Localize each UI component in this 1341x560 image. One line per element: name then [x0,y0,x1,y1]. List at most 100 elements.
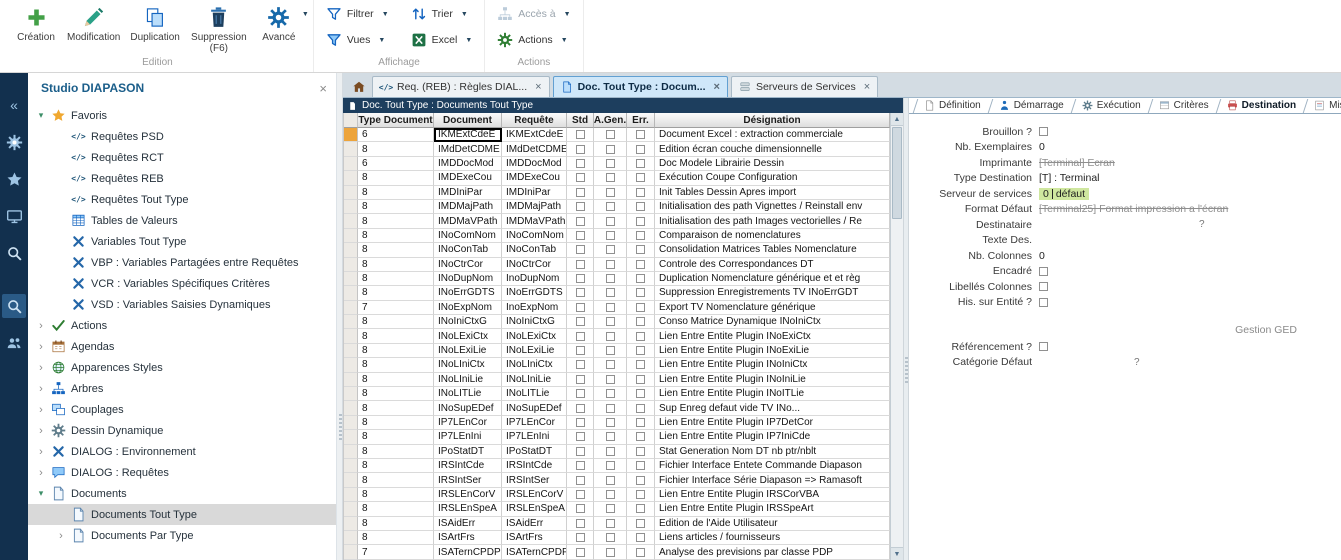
close-tab-icon[interactable]: × [714,81,720,93]
row-selector[interactable] [344,258,358,272]
cell-err[interactable] [627,401,655,415]
scroll-up-icon[interactable]: ▲ [891,113,903,126]
home-tab[interactable] [346,77,372,97]
cell-agen[interactable] [594,186,627,200]
checkbox-unchecked[interactable] [576,274,585,283]
row-selector[interactable] [344,186,358,200]
chevron-down-icon[interactable]: ▼ [302,11,309,18]
cell-agen[interactable] [594,229,627,243]
checkbox-unchecked[interactable] [636,159,645,168]
chevron-down-icon[interactable]: ▼ [561,37,568,44]
users-button[interactable] [2,331,26,355]
checkbox-unchecked[interactable] [576,260,585,269]
cell-agen[interactable] [594,315,627,329]
cell-err[interactable] [627,344,655,358]
checkbox-unchecked[interactable] [606,260,615,269]
tree-item-requ-tes-tout-type[interactable]: </>Requêtes Tout Type [28,189,336,210]
checkbox-unchecked[interactable] [636,130,645,139]
cell-agen[interactable] [594,545,627,559]
checkbox-unchecked[interactable] [576,418,585,427]
lookup-help-icon[interactable]: ? [1199,219,1205,230]
table-row[interactable]: 8IRSLEnSpeAIRSLEnSpeALien Entre Entite P… [344,502,890,516]
checkbox-unchecked[interactable] [576,404,585,413]
cell-err[interactable] [627,358,655,372]
row-selector[interactable] [344,373,358,387]
row-selector[interactable] [344,430,358,444]
checkbox-unchecked[interactable] [636,548,645,557]
cell-err[interactable] [627,229,655,243]
cell-document[interactable]: ISATernCPDP [434,545,502,559]
checkbox-unchecked[interactable] [636,418,645,427]
cell-document[interactable]: IMdDetCDME [434,142,502,156]
tree-item-vsd-variables-saisies-dynamiques[interactable]: VSD : Variables Saisies Dynamiques [28,294,336,315]
field-value[interactable]: 0 [1039,141,1045,153]
checkbox-unchecked[interactable] [576,231,585,240]
row-selector[interactable] [344,473,358,487]
checkbox-unchecked[interactable] [606,217,615,226]
cell-agen[interactable] [594,329,627,343]
table-row[interactable]: 7INoExpNomInoExpNomExport TV Nomenclatur… [344,301,890,315]
row-selector[interactable] [344,171,358,185]
cell-err[interactable] [627,373,655,387]
checkbox-unchecked[interactable] [576,173,585,182]
row-selector[interactable] [344,329,358,343]
cell-std[interactable] [567,315,594,329]
checkbox-unchecked[interactable] [636,202,645,211]
checkbox-unchecked[interactable] [576,202,585,211]
tree-item-agendas[interactable]: ›Agendas [28,336,336,357]
tree-item-apparences-styles[interactable]: ›Apparences Styles [28,357,336,378]
row-selector[interactable] [344,531,358,545]
checkbox-unchecked[interactable] [636,317,645,326]
table-row[interactable]: 8ISArtFrsISArtFrsLiens articles / fourni… [344,531,890,545]
checkbox-unchecked[interactable] [576,490,585,499]
checkbox-unchecked[interactable] [576,303,585,312]
table-row[interactable]: 8INoLExiCtxINoLExiCtxLien Entre Entite P… [344,329,890,343]
checkbox-unchecked[interactable] [636,288,645,297]
cell-document[interactable]: INoLIniCtx [434,358,502,372]
panel-tab-d-finition[interactable]: Définition [915,98,990,113]
cell-std[interactable] [567,128,594,142]
row-selector[interactable] [344,286,358,300]
cell-document[interactable]: IRSIntCde [434,459,502,473]
cell-std[interactable] [567,200,594,214]
checkbox-unchecked[interactable] [576,548,585,557]
cell-err[interactable] [627,171,655,185]
tab-serveurs-de-services[interactable]: Serveurs de Services× [731,76,878,97]
row-selector[interactable] [344,128,358,142]
cell-document[interactable]: IRSLEnCorV [434,488,502,502]
checkbox-unchecked[interactable] [576,217,585,226]
checkbox-unchecked[interactable] [636,533,645,542]
checkbox-unchecked[interactable] [636,490,645,499]
checkbox-unchecked[interactable] [636,145,645,154]
table-row[interactable]: 7ISATernCPDPISATernCPDPAnalyse des previ… [344,545,890,559]
cell-std[interactable] [567,430,594,444]
cell-document[interactable]: IP7LEnIni [434,430,502,444]
table-row[interactable]: 8INoErrGDTSINoErrGDTSSuppression Enregis… [344,286,890,300]
chevron-down-icon[interactable]: ▼ [564,11,571,18]
field-value[interactable]: [T] : Terminal [1039,172,1100,184]
checkbox-unchecked[interactable] [636,504,645,513]
cell-std[interactable] [567,416,594,430]
checkbox-unchecked[interactable] [606,360,615,369]
cell-document[interactable]: INoLExiCtx [434,329,502,343]
expand-node-icon[interactable]: › [36,383,46,395]
checkbox-unchecked[interactable] [576,504,585,513]
trier-button[interactable]: Trier▼ [408,3,476,25]
tree-item-actions[interactable]: ›Actions [28,315,336,336]
table-row[interactable]: 8INoLExiLieINoLExiLieLien Entre Entite P… [344,344,890,358]
cell-err[interactable] [627,459,655,473]
table-row[interactable]: 8INoConTabINoConTabConsolidation Matrice… [344,243,890,257]
cell-std[interactable] [567,329,594,343]
cell-document[interactable]: ISAidErr [434,517,502,531]
checkbox-unchecked[interactable] [576,519,585,528]
cell-agen[interactable] [594,502,627,516]
checkbox-unchecked[interactable] [576,130,585,139]
cell-document[interactable]: IMDIniPar [434,186,502,200]
tree-item-vcr-variables-sp-cifiques-crit-res[interactable]: VCR : Variables Spécifiques Critères [28,273,336,294]
cell-agen[interactable] [594,358,627,372]
checkbox-unchecked[interactable] [636,461,645,470]
row-selector[interactable] [344,301,358,315]
cell-agen[interactable] [594,387,627,401]
cell-document[interactable]: IMDMaVPath [434,214,502,228]
cell-document[interactable]: ISArtFrs [434,531,502,545]
